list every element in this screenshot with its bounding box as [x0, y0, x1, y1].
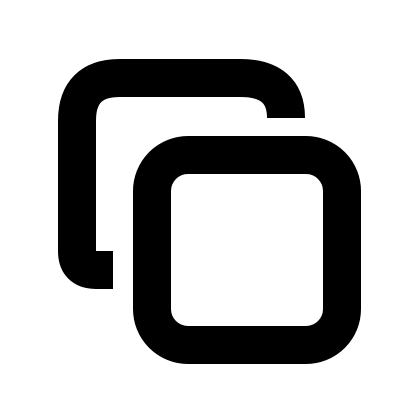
front-square-outline — [133, 136, 361, 364]
copy-icon — [0, 0, 420, 420]
icon-canvas — [0, 0, 420, 420]
